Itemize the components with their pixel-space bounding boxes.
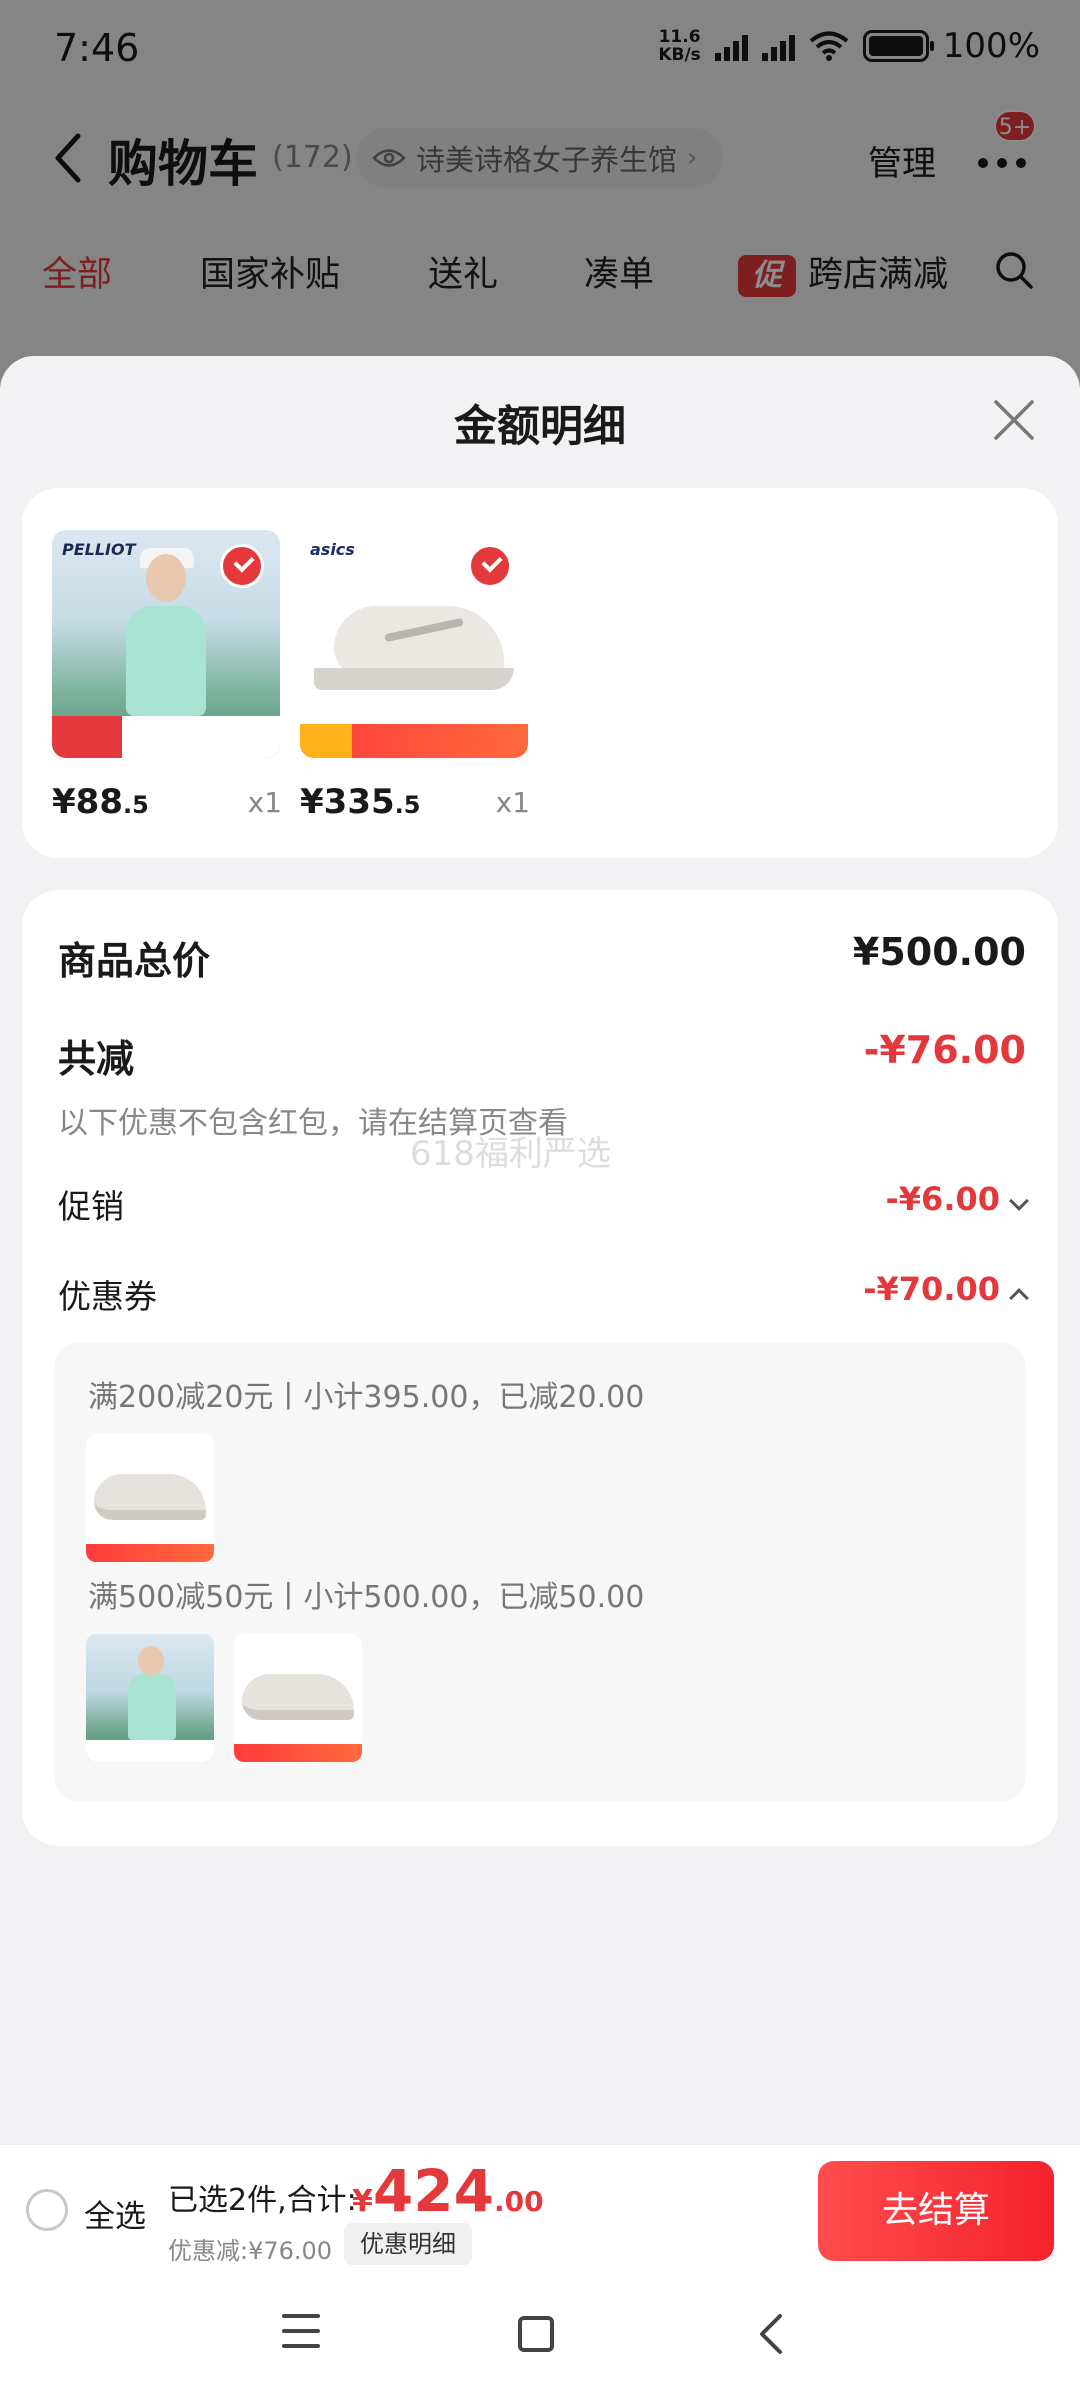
cart-item[interactable]: PELLIOT ¥88.5 x1 [52, 530, 282, 822]
promo-label: 促销 [58, 1187, 124, 1226]
coupon-items [86, 1434, 214, 1562]
coupon-label: 优惠券 [58, 1277, 157, 1316]
select-all-checkbox[interactable] [26, 2189, 68, 2231]
coupon-value: -¥70.00 [863, 1270, 1000, 1308]
home-icon[interactable] [518, 2316, 554, 2352]
promo-row[interactable]: 促销 -¥6.00 [58, 1180, 1029, 1230]
price-summary-card: 商品总价 ¥500.00 共减 -¥76.00 以下优惠不包含红包，请在结算页查… [22, 890, 1058, 1846]
menu-icon[interactable] [282, 2314, 320, 2352]
product-thumb-shoe [234, 1634, 362, 1762]
brand-logo: asics [310, 540, 355, 559]
checkout-button[interactable]: 去结算 [818, 2161, 1054, 2261]
product-image-apparel: PELLIOT [52, 530, 280, 758]
reduce-row: 共减 -¥76.00 [58, 1028, 1026, 1081]
discount-detail-button[interactable]: 优惠明细 [344, 2223, 472, 2265]
coupon-details: 满200减20元丨小计395.00，已减20.00 满500减50元丨小计500… [54, 1342, 1026, 1802]
amount-detail-sheet: 金额明细 PELLIOT ¥88.5 x1 asics ¥335.5 x1 商品… [0, 356, 1080, 2270]
system-nav-bar [0, 2274, 1080, 2400]
reduce-label: 共减 [58, 1037, 135, 1081]
close-icon[interactable] [992, 398, 1036, 442]
total-value: ¥500.00 [852, 930, 1026, 974]
selected-items-card: PELLIOT ¥88.5 x1 asics ¥335.5 x1 [22, 488, 1058, 858]
discount-summary: 优惠减:¥76.00 [168, 2237, 333, 2265]
total-label: 商品总价 [58, 939, 211, 983]
item-quantity: x1 [495, 786, 530, 819]
total-price: ¥424.00 [352, 2157, 544, 2225]
coupon-row[interactable]: 优惠券 -¥70.00 [58, 1270, 1029, 1320]
promo-value: -¥6.00 [885, 1180, 1001, 1218]
watermark: 618福利严选 [410, 1134, 611, 1174]
reduce-value: -¥76.00 [863, 1028, 1026, 1072]
check-icon [220, 544, 264, 588]
back-nav-icon[interactable] [756, 2312, 786, 2356]
total-row: 商品总价 ¥500.00 [58, 930, 1026, 983]
product-thumb-shoe [86, 1434, 214, 1562]
item-price: ¥335.5 [300, 782, 421, 822]
sheet-title: 金额明细 [454, 402, 626, 452]
selected-count: 已选2件,合计: [168, 2183, 357, 2218]
item-quantity: x1 [247, 786, 282, 819]
coupon-items [86, 1634, 362, 1762]
item-price: ¥88.5 [52, 782, 149, 822]
check-icon [468, 544, 512, 588]
product-thumb-apparel [86, 1634, 214, 1762]
chevron-down-icon [1009, 1190, 1029, 1211]
coupon-rule: 满200减20元丨小计395.00，已减20.00 [88, 1380, 645, 1415]
product-image-shoe: asics [300, 530, 528, 758]
coupon-rule: 满500减50元丨小计500.00，已减50.00 [88, 1580, 645, 1615]
cart-item[interactable]: asics ¥335.5 x1 [300, 530, 530, 822]
checkout-bar: 全选 已选2件,合计: ¥424.00 优惠减:¥76.00 优惠明细 去结算 [0, 2144, 1080, 2274]
select-all-label[interactable]: 全选 [84, 2191, 146, 2236]
chevron-up-icon [1009, 1287, 1029, 1308]
